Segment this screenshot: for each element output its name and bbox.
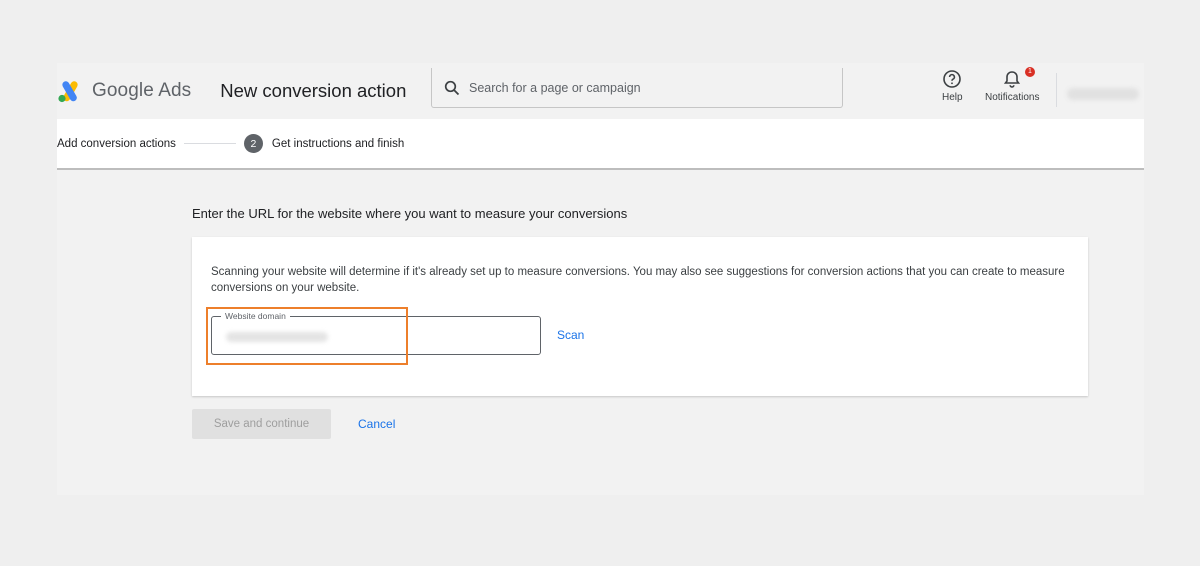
notifications-button[interactable]: 1 Notifications: [985, 67, 1040, 103]
header-divider: [1056, 73, 1057, 107]
step-get-instructions: Get instructions and finish: [271, 137, 405, 150]
brand-name: Google Ads: [92, 80, 192, 101]
bell-icon: [1004, 71, 1021, 88]
google-ads-logo-icon: [58, 81, 78, 103]
step-connector: [183, 143, 236, 144]
step-add-conversion-actions[interactable]: Add conversion actions: [57, 138, 176, 150]
search-input[interactable]: [469, 80, 809, 95]
highlight-box: [206, 307, 408, 365]
stepper: Add conversion actions 2 Get instruction…: [57, 119, 1144, 170]
page-title: New conversion action: [220, 80, 407, 101]
help-icon: [943, 70, 962, 88]
help-button[interactable]: Help: [942, 69, 963, 103]
help-label: Help: [942, 92, 963, 103]
scan-button[interactable]: Scan: [557, 328, 584, 342]
top-bar: Google Ads New conversion action Help 1: [57, 63, 1144, 119]
cancel-button[interactable]: Cancel: [358, 417, 395, 431]
app-window: Google Ads New conversion action Help 1: [57, 63, 1144, 495]
search-box[interactable]: [431, 68, 843, 108]
website-url-card: Scanning your website will determine if …: [192, 237, 1088, 396]
section-title: Enter the URL for the website where you …: [192, 206, 628, 221]
account-info[interactable]: [1067, 88, 1139, 100]
notification-badge: 1: [1025, 67, 1035, 77]
notifications-label: Notifications: [985, 92, 1040, 103]
card-description: Scanning your website will determine if …: [211, 266, 1065, 294]
search-icon: [444, 80, 460, 95]
save-and-continue-button[interactable]: Save and continue: [192, 409, 331, 439]
step-number-badge: 2: [243, 134, 263, 153]
google-ads-logo[interactable]: Google Ads: [57, 79, 191, 103]
